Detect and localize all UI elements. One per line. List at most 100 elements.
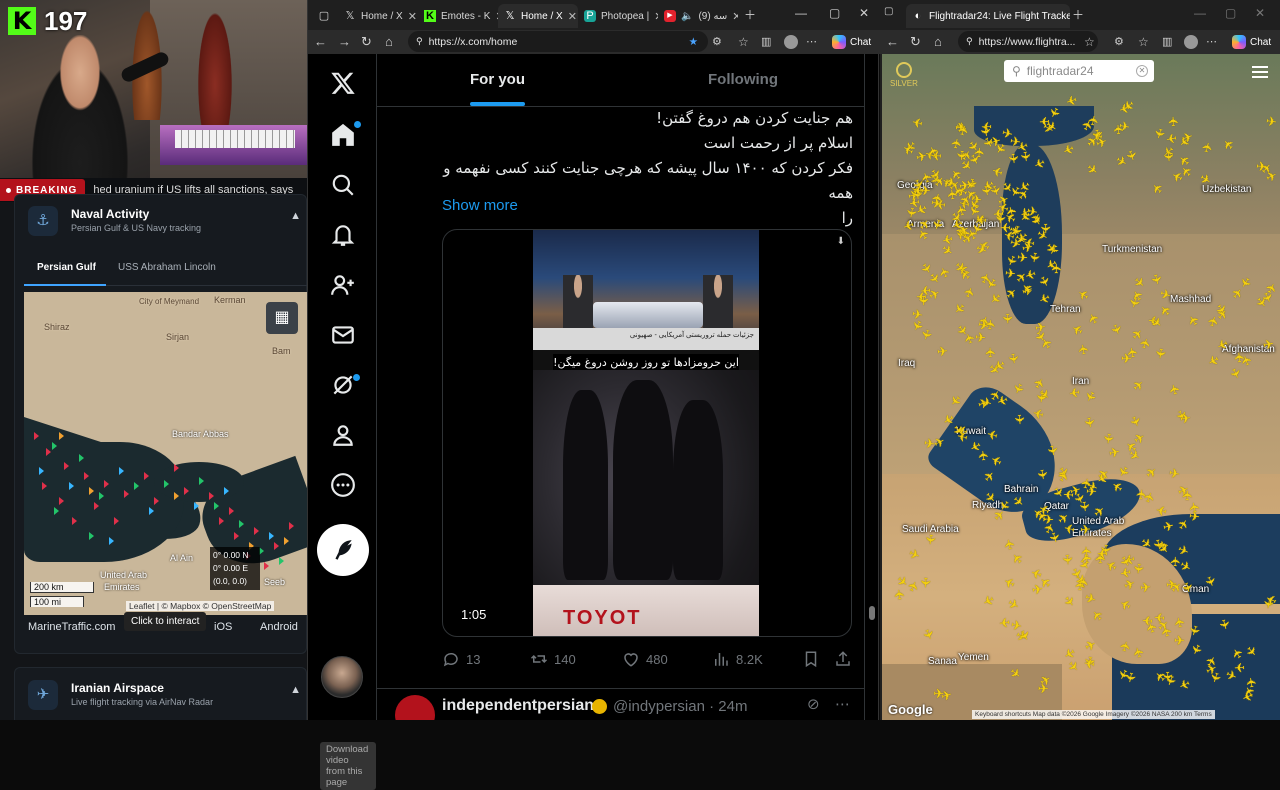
aircraft-icon[interactable]: ✈ xyxy=(1063,487,1075,503)
aircraft-icon[interactable]: ✈ xyxy=(1033,391,1049,404)
profile-icon[interactable] xyxy=(326,418,360,452)
grok-icon[interactable]: ⊘ xyxy=(807,695,820,713)
tab-uss-abraham-lincoln[interactable]: USS Abraham Lincoln xyxy=(118,262,216,273)
tab-list-icon[interactable]: ▢ xyxy=(884,6,893,17)
aircraft-icon[interactable]: ✈ xyxy=(1086,483,1097,498)
aircraft-icon[interactable]: ✈ xyxy=(1034,468,1051,481)
aircraft-icon[interactable]: ✈ xyxy=(936,344,948,360)
close-icon[interactable]: ✕ xyxy=(568,10,577,23)
collections-icon[interactable]: ▥ xyxy=(1162,34,1172,50)
minimize-button[interactable]: — xyxy=(795,6,807,20)
aircraft-icon[interactable]: ✈ xyxy=(922,534,938,547)
tab-for-you[interactable]: For you xyxy=(470,71,525,88)
ios-link[interactable]: iOS xyxy=(214,621,232,633)
aircraft-icon[interactable]: ✈ xyxy=(1082,416,1099,429)
aircraft-icon[interactable]: ✈ xyxy=(1256,159,1267,174)
aircraft-icon[interactable]: ✈ xyxy=(1121,351,1132,366)
aircraft-icon[interactable]: ✈ xyxy=(1141,613,1153,629)
aircraft-icon[interactable]: ✈ xyxy=(1265,113,1278,129)
aircraft-icon[interactable]: ✈ xyxy=(1031,581,1044,598)
flight-map[interactable]: SILVER ⚲ flightradar24 ✕ Georgia Armenia… xyxy=(882,54,1280,720)
close-icon[interactable]: ✕ xyxy=(732,10,738,23)
map-footer-attribution[interactable]: Keyboard shortcuts Map data ©2026 Google… xyxy=(972,710,1215,719)
marine-traffic-map[interactable]: Shiraz Kerman Sirjan Bam City of Meymand… xyxy=(24,292,307,615)
profile-avatar[interactable] xyxy=(1184,35,1198,49)
aircraft-icon[interactable]: ✈ xyxy=(1075,343,1092,356)
account-avatar[interactable] xyxy=(321,656,363,698)
home-icon[interactable]: ⌂ xyxy=(385,34,393,50)
aircraft-icon[interactable]: ✈ xyxy=(1026,251,1043,264)
browser-tab[interactable]: KEmotes - K✕ xyxy=(418,4,498,28)
browser-tab[interactable]: ▶ 🔈 (9) سه ✕ xyxy=(658,4,738,28)
naval-activity-header[interactable]: ⚓ Naval Activity Persian Gulf & US Navy … xyxy=(14,202,307,242)
aircraft-icon[interactable]: ✈ xyxy=(1012,414,1028,426)
url-field[interactable]: ⚲ https://x.com/home ★ xyxy=(408,31,708,52)
download-video-bar[interactable]: Download video from this page xyxy=(320,742,376,790)
silver-badge[interactable]: SILVER xyxy=(890,62,918,88)
new-tab-button[interactable]: ＋ xyxy=(1072,6,1084,23)
independentpersian-avatar[interactable] xyxy=(395,695,435,720)
aircraft-icon[interactable]: ✈ xyxy=(1107,444,1121,461)
map-attribution[interactable]: Leaflet | © Mapbox © OpenStreetMap xyxy=(126,601,275,611)
grok-video-icon[interactable]: ⬇ xyxy=(837,236,845,247)
layers-button[interactable]: ▦ xyxy=(266,302,298,334)
favorites-icon[interactable]: ☆ xyxy=(1084,34,1095,50)
post-button[interactable] xyxy=(317,524,369,576)
iranian-airspace-header[interactable]: ✈ Iranian Airspace Live flight tracking … xyxy=(14,676,307,716)
aircraft-icon[interactable]: ✈ xyxy=(1130,562,1146,575)
aircraft-icon[interactable]: ✈ xyxy=(933,687,944,700)
tab-following[interactable]: Following xyxy=(708,71,778,88)
mail-icon[interactable] xyxy=(326,318,360,352)
aircraft-icon[interactable]: ✈ xyxy=(1097,546,1108,561)
more-icon[interactable]: ⋯ xyxy=(806,34,817,50)
repost-button[interactable]: 140 xyxy=(530,650,576,668)
more-icon[interactable]: ⋯ xyxy=(1206,34,1217,50)
show-more-link[interactable]: Show more xyxy=(442,197,518,214)
copilot-chat-button[interactable]: Chat xyxy=(832,32,871,52)
marinetraffic-link[interactable]: MarineTraffic.com xyxy=(28,621,115,633)
aircraft-icon[interactable]: ✈ xyxy=(1188,509,1201,525)
maximize-button[interactable]: ▢ xyxy=(1225,6,1236,20)
aircraft-icon[interactable]: ✈ xyxy=(1134,488,1150,501)
forward-icon[interactable]: → xyxy=(338,34,351,50)
aircraft-icon[interactable]: ✈ xyxy=(1060,554,1076,566)
tweet-video[interactable]: جزئیات حمله تروریستی آمریکایی - صهیونی ا… xyxy=(442,229,852,637)
aircraft-icon[interactable]: ✈ xyxy=(920,283,932,299)
back-icon[interactable]: ← xyxy=(886,34,899,50)
browser-tab[interactable]: 𝕏 Home / X ✕ xyxy=(338,4,418,28)
close-icon[interactable]: ✕ xyxy=(408,10,417,23)
aircraft-icon[interactable]: ✈ xyxy=(1004,266,1016,282)
hamburger-menu-icon[interactable] xyxy=(1252,66,1268,78)
aircraft-icon[interactable]: ✈ xyxy=(1174,633,1185,648)
aircraft-icon[interactable]: ✈ xyxy=(903,206,920,219)
favorites-icon[interactable]: ☆ xyxy=(738,34,749,50)
aircraft-icon[interactable]: ✈ xyxy=(1160,151,1176,163)
extensions-icon[interactable]: ⚙ xyxy=(712,34,722,50)
aircraft-icon[interactable]: ✈ xyxy=(1000,313,1015,324)
browser-tab[interactable]: PPhotopea |✕ xyxy=(578,4,658,28)
more-icon[interactable]: ⋯ xyxy=(835,695,850,713)
browser-tab-active[interactable]: 𝕏 Home / X ✕ xyxy=(498,4,578,28)
browser-tab-active[interactable]: ◐Flightradar24: Live Flight Tracker✕ xyxy=(906,4,1070,28)
reply-button[interactable]: 13 xyxy=(442,650,480,668)
chevron-up-icon[interactable]: ▲ xyxy=(290,210,301,222)
aircraft-icon[interactable]: ✈ xyxy=(1044,444,1061,457)
new-tab-button[interactable]: ＋ xyxy=(744,6,756,23)
chevron-up-icon[interactable]: ▲ xyxy=(290,684,301,696)
views-button[interactable]: 8.2K xyxy=(712,650,763,668)
home-icon[interactable]: ⌂ xyxy=(934,34,942,50)
scroll-thumb[interactable] xyxy=(869,606,875,620)
bookmark-button[interactable] xyxy=(802,650,820,668)
aircraft-icon[interactable]: ✈ xyxy=(1038,682,1049,695)
android-link[interactable]: Android xyxy=(260,621,298,633)
scrollbar[interactable] xyxy=(869,60,875,620)
close-window-button[interactable]: ✕ xyxy=(1255,6,1265,20)
aircraft-icon[interactable]: ✈ xyxy=(954,150,970,162)
minimize-button[interactable]: — xyxy=(1194,6,1206,20)
aircraft-icon[interactable]: ✈ xyxy=(1168,556,1183,567)
aircraft-icon[interactable]: ✈ xyxy=(1179,411,1192,427)
aircraft-icon[interactable]: ✈ xyxy=(1166,116,1181,127)
aircraft-icon[interactable]: ✈ xyxy=(923,436,936,452)
aircraft-icon[interactable]: ✈ xyxy=(1079,522,1091,538)
aircraft-icon[interactable]: ✈ xyxy=(1152,347,1169,360)
